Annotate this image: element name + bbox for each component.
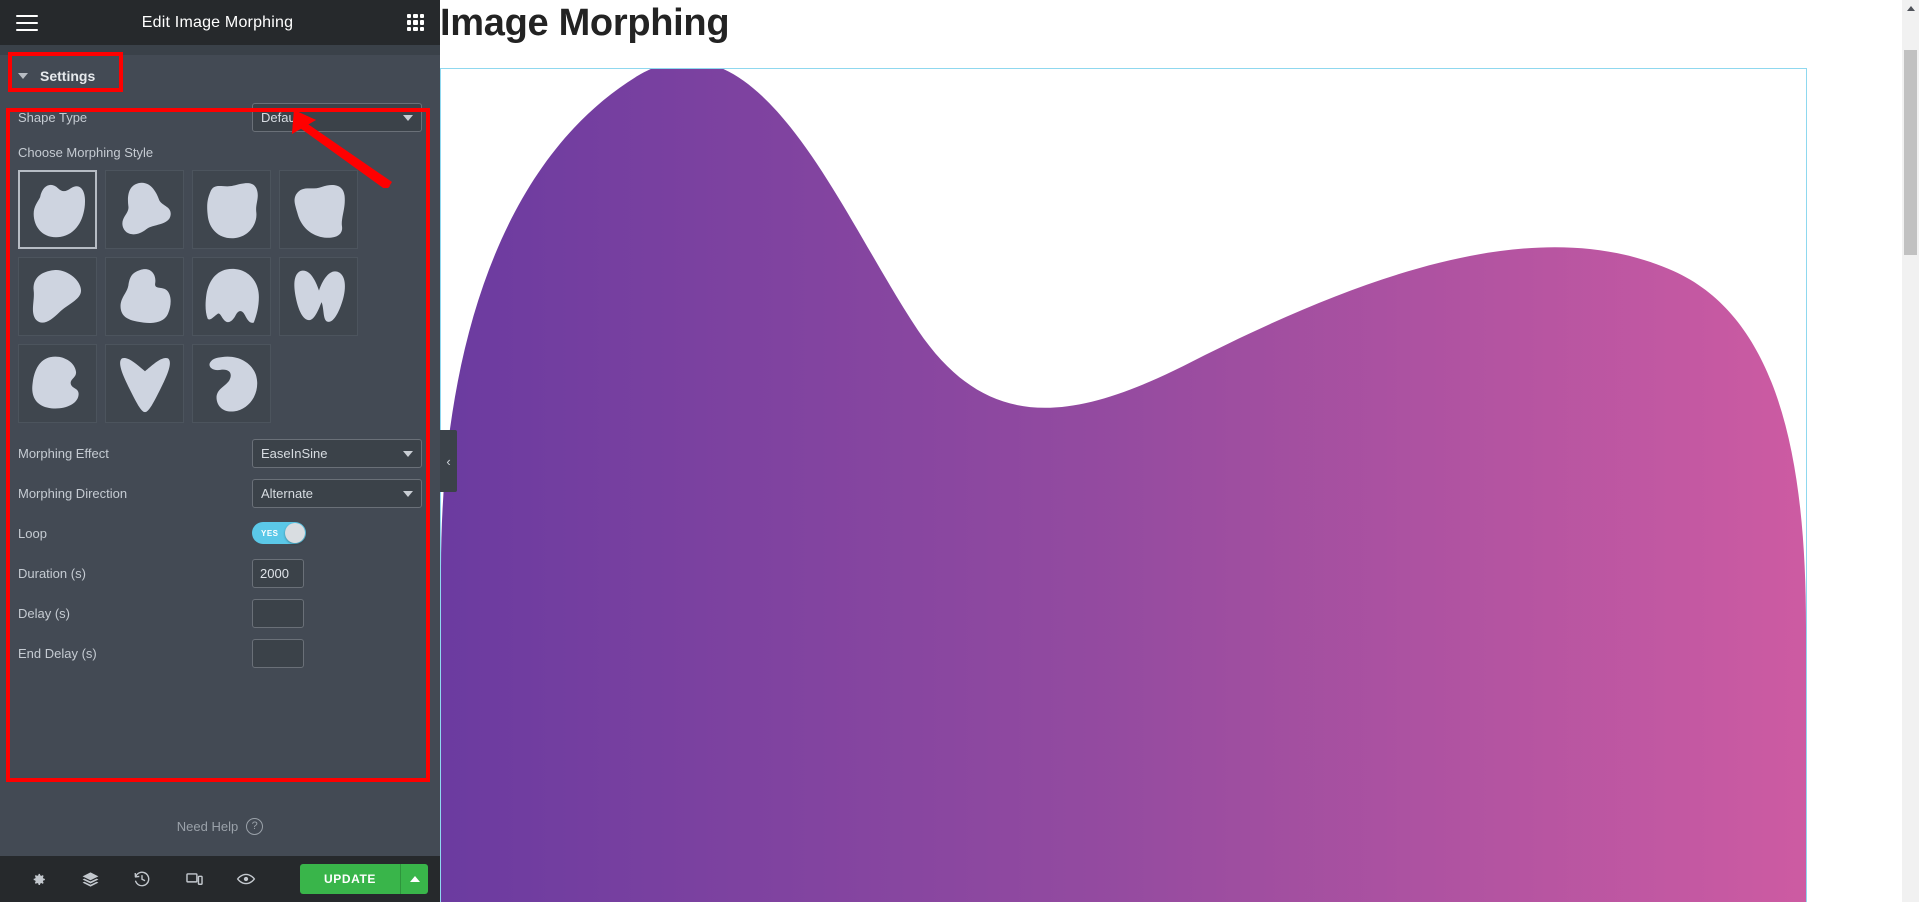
- morphing-effect-label: Morphing Effect: [18, 445, 109, 461]
- layers-icon[interactable]: [64, 856, 116, 902]
- end-delay-input[interactable]: [252, 638, 304, 668]
- blob-path: [441, 69, 1806, 902]
- update-button-group: UPDATE: [299, 864, 428, 894]
- shape-type-label: Shape Type: [18, 109, 88, 125]
- question-mark-icon[interactable]: ?: [246, 817, 264, 835]
- scrollbar-thumb[interactable]: [1904, 50, 1917, 255]
- page-title-text: Image Morphing: [440, 2, 730, 44]
- morph-style-option-11[interactable]: [192, 344, 271, 423]
- panel-footer-toolbar: UPDATE: [0, 856, 440, 902]
- history-clock-icon[interactable]: [116, 856, 168, 902]
- morph-style-option-4[interactable]: [279, 170, 358, 249]
- morph-style-option-7[interactable]: [192, 257, 271, 336]
- morph-style-option-6[interactable]: [105, 257, 184, 336]
- editor-canvas: Image Morphing: [440, 0, 1919, 902]
- loop-toggle-value: YES: [261, 528, 279, 538]
- panel-content-scroll[interactable]: Settings Shape Type Default Choose Morph…: [0, 55, 440, 796]
- control-delay: Delay (s): [0, 593, 440, 633]
- panel-header: Edit Image Morphing: [0, 0, 440, 45]
- toggle-knob: [285, 523, 305, 543]
- need-help-link[interactable]: Need Help ?: [0, 796, 440, 856]
- delay-label: Delay (s): [18, 605, 71, 621]
- delay-input[interactable]: [252, 598, 304, 628]
- morph-style-label: Choose Morphing Style: [18, 145, 154, 160]
- control-loop: Loop YES: [0, 513, 440, 553]
- page-title: Image Morphing: [440, 0, 1919, 45]
- gear-icon[interactable]: [12, 856, 64, 902]
- update-options-caret-icon[interactable]: [400, 864, 428, 894]
- image-morphing-widget[interactable]: [440, 68, 1807, 902]
- end-delay-label: End Delay (s): [18, 645, 97, 661]
- morph-style-option-3[interactable]: [192, 170, 271, 249]
- chevron-down-icon: [18, 73, 28, 79]
- morph-style-empty-slot: [279, 344, 358, 423]
- loop-toggle[interactable]: YES: [252, 522, 306, 544]
- morphing-blob-svg: [441, 69, 1806, 902]
- morph-style-option-10[interactable]: [105, 344, 184, 423]
- control-duration: Duration (s): [0, 553, 440, 593]
- update-button[interactable]: UPDATE: [299, 864, 400, 894]
- shape-type-value[interactable]: Default: [252, 102, 422, 132]
- responsive-devices-icon[interactable]: [168, 856, 220, 902]
- section-label: Settings: [40, 68, 96, 84]
- control-morphing-direction: Morphing Direction Alternate: [0, 473, 440, 513]
- eye-preview-icon[interactable]: [220, 856, 272, 902]
- scrollbar-up-arrow[interactable]: [1902, 0, 1919, 17]
- shape-type-dropdown[interactable]: Default: [252, 102, 422, 132]
- control-end-delay: End Delay (s): [0, 633, 440, 673]
- morphing-direction-value[interactable]: Alternate: [252, 478, 422, 508]
- control-shape-type: Shape Type Default: [0, 97, 440, 137]
- morphing-effect-value[interactable]: EaseInSine: [252, 438, 422, 468]
- panel-collapse-handle[interactable]: ‹: [440, 430, 457, 492]
- morphing-direction-label: Morphing Direction: [18, 485, 128, 501]
- morph-style-option-8[interactable]: [279, 257, 358, 336]
- editor-sidebar-panel: Edit Image Morphing Settings Shape Type …: [0, 0, 440, 902]
- morph-style-option-9[interactable]: [18, 344, 97, 423]
- need-help-label: Need Help: [176, 818, 239, 834]
- morphing-effect-dropdown[interactable]: EaseInSine: [252, 438, 422, 468]
- panel-title: Edit Image Morphing: [141, 13, 294, 31]
- hamburger-menu-icon[interactable]: [16, 14, 38, 31]
- browser-scrollbar[interactable]: [1902, 0, 1919, 902]
- elementor-editor: Edit Image Morphing Settings Shape Type …: [0, 0, 1919, 902]
- control-morphing-effect: Morphing Effect EaseInSine: [0, 433, 440, 473]
- morph-style-option-2[interactable]: [105, 170, 184, 249]
- morph-style-option-5[interactable]: [18, 257, 97, 336]
- duration-label: Duration (s): [18, 565, 86, 581]
- loop-label: Loop: [18, 525, 47, 541]
- section-header-settings[interactable]: Settings: [0, 55, 440, 97]
- morphing-direction-dropdown[interactable]: Alternate: [252, 478, 422, 508]
- panel-tab-strip: [0, 45, 440, 55]
- duration-input[interactable]: [252, 558, 304, 588]
- morph-style-option-1[interactable]: [18, 170, 97, 249]
- morph-style-grid[interactable]: [0, 170, 440, 433]
- grid-apps-icon[interactable]: [407, 14, 424, 31]
